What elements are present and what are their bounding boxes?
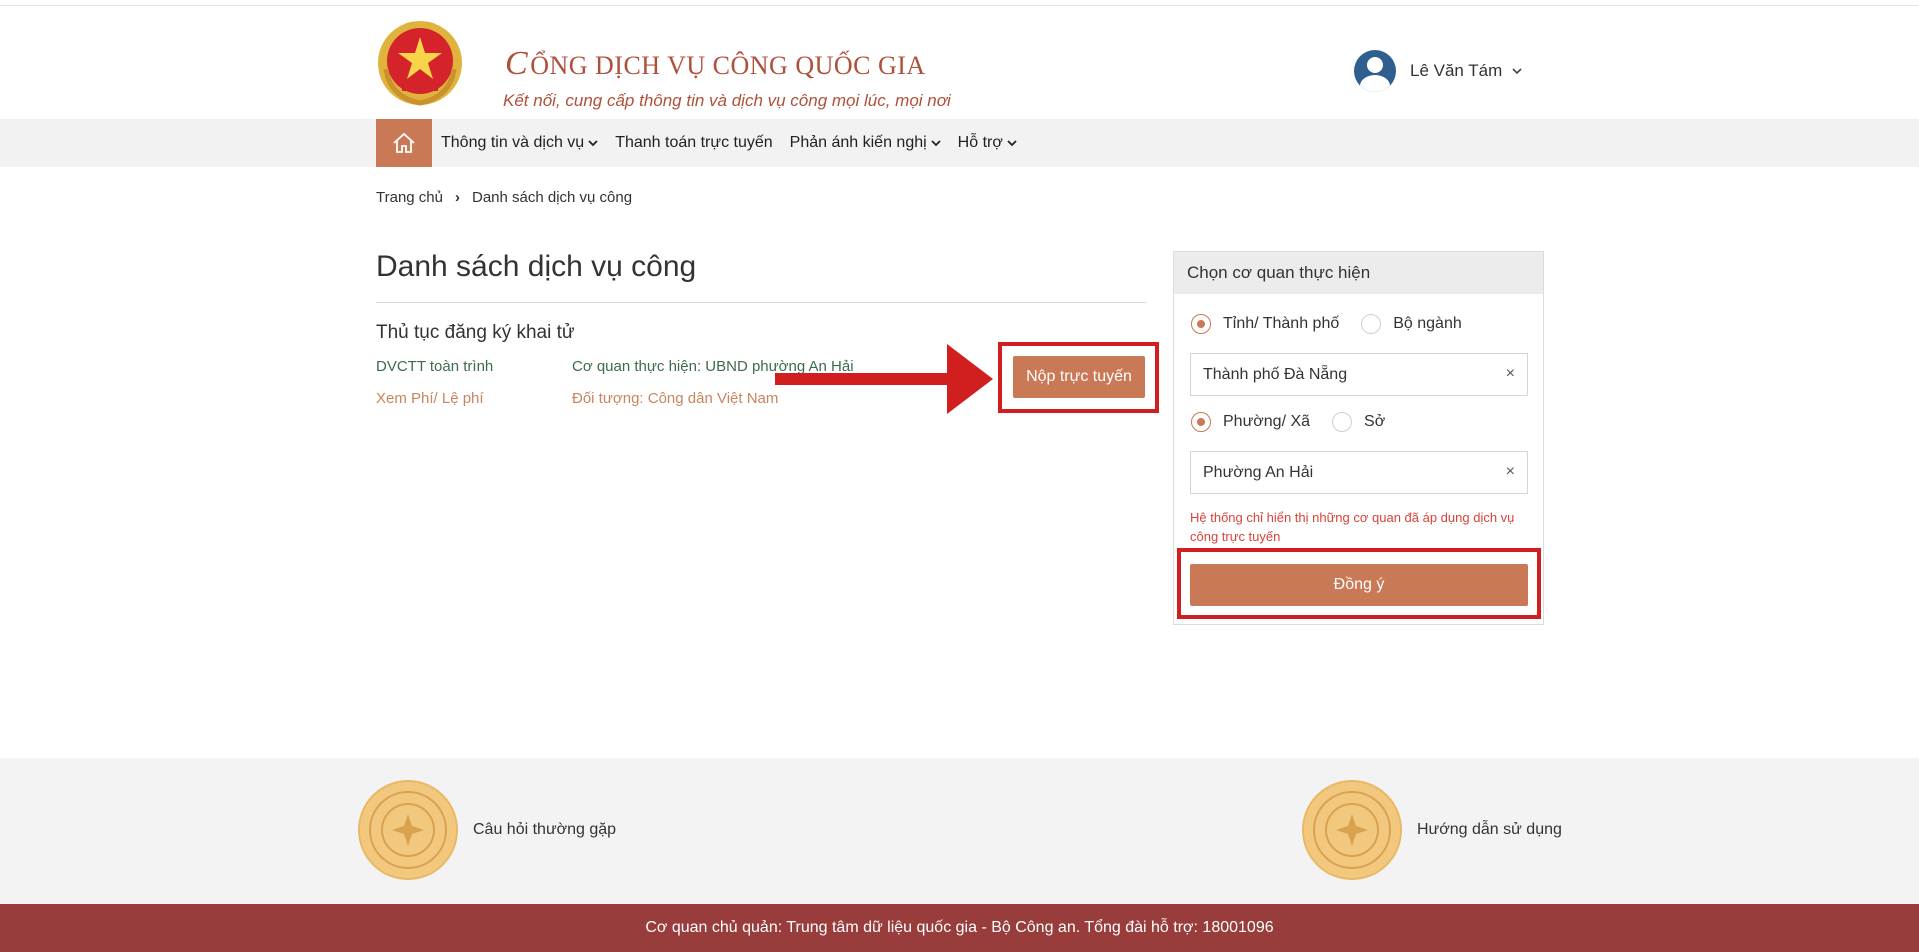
footer-owner-bar: Cơ quan chủ quản: Trung tâm dữ liệu quốc… [0,904,1919,952]
radio-province[interactable] [1191,314,1211,334]
province-select-value: Thành phố Đà Nẵng [1203,365,1348,383]
agree-button[interactable]: Đồng ý [1190,564,1528,606]
user-name: Lê Văn Tám [1410,61,1503,80]
radio-ministry[interactable] [1361,314,1382,334]
radio-ministry-label: Bộ ngành [1393,315,1462,332]
nav-item-label: Hỗ trợ [957,134,1003,151]
breadcrumb-home-link[interactable]: Trang chủ [376,189,443,206]
chevron-right-icon: › [454,189,460,206]
drum-pattern-icon [358,780,458,880]
user-menu[interactable]: Lê Văn Tám [1354,49,1522,93]
home-icon [393,132,415,153]
breadcrumb-current: Danh sách dịch vụ công [471,189,633,206]
fee-link[interactable]: Xem Phí/ Lệ phí [376,390,484,407]
radio-ward[interactable] [1191,412,1211,432]
nav-item-label: Phản ánh kiến nghị [789,134,927,151]
nav-item-label: Thanh toán trực tuyến [615,134,773,151]
site-header: CỔNG DỊCH VỤ CÔNG QUỐC GIA Kết nối, cung… [0,7,1919,117]
faq-link[interactable]: Câu hỏi thường gặp [358,780,616,880]
chevron-down-icon [1512,68,1522,75]
user-avatar-icon [1354,50,1396,92]
page-title: Danh sách dịch vụ công [376,250,697,283]
portal-title-initial: C [505,45,529,82]
radio-ward-label: Phường/ Xã [1223,413,1311,430]
red-arrow-annotation [775,344,993,414]
divider [376,302,1146,303]
chevron-down-icon [1007,140,1017,147]
nav-item-online-payment[interactable]: Thanh toán trực tuyến [615,134,772,152]
province-select[interactable]: Thành phố Đà Nẵng × [1190,353,1528,396]
ward-select-value: Phường An Hải [1203,463,1314,481]
faq-label: Câu hỏi thường gặp [473,821,617,838]
portal-slogan: Kết nối, cung cấp thông tin và dịch vụ c… [503,91,951,110]
procedure-target: Đối tượng: Công dân Việt Nam [572,390,779,407]
submit-online-button[interactable]: Nộp trực tuyến [1013,356,1145,398]
drum-pattern-icon [1302,780,1402,880]
nav-item-label: Thông tin và dịch vụ [441,134,585,151]
footer-owner-text: Cơ quan chủ quản: Trung tâm dữ liệu quốc… [645,919,1274,936]
breadcrumb: Trang chủ › Danh sách dịch vụ công [376,189,632,206]
nav-item-info-services[interactable]: Thông tin và dịch vụ [441,134,598,152]
clear-icon[interactable]: × [1506,463,1515,481]
main-nav: Thông tin và dịch vụ Thanh toán trực tuy… [0,119,1919,167]
radio-department[interactable] [1332,412,1353,432]
nav-item-feedback[interactable]: Phản ánh kiến nghị [790,134,941,152]
panel-title: Chọn cơ quan thực hiện [1174,252,1543,294]
portal-title[interactable]: CỔNG DỊCH VỤ CÔNG QUỐC GIA [505,45,926,83]
procedure-title[interactable]: Thủ tục đăng ký khai tử [376,322,575,344]
home-button[interactable] [376,119,432,167]
radio-province-label: Tỉnh/ Thành phố [1223,315,1340,332]
radio-group-level2: Phường/ Xã Sở [1191,412,1385,432]
footer-links: Câu hỏi thường gặp Hướng dẫn sử dụng [0,758,1919,904]
notice-text: Hệ thống chỉ hiển thị những cơ quan đã á… [1190,510,1515,544]
procedure-level: DVCTT toàn trình [376,358,494,375]
top-border-line [0,0,1919,6]
chevron-down-icon [588,140,598,147]
ward-select[interactable]: Phường An Hải × [1190,451,1528,494]
user-guide-link[interactable]: Hướng dẫn sử dụng [1302,780,1562,880]
clear-icon[interactable]: × [1506,365,1515,383]
radio-group-level1: Tỉnh/ Thành phố Bộ ngành [1191,314,1462,334]
chevron-down-icon [931,140,941,147]
nav-item-support[interactable]: Hỗ trợ [958,134,1017,152]
radio-department-label: Sở [1364,413,1386,430]
national-emblem-logo[interactable] [376,19,464,107]
portal-title-text: ỔNG DỊCH VỤ CÔNG QUỐC GIA [530,51,926,80]
user-guide-label: Hướng dẫn sử dụng [1417,821,1562,838]
